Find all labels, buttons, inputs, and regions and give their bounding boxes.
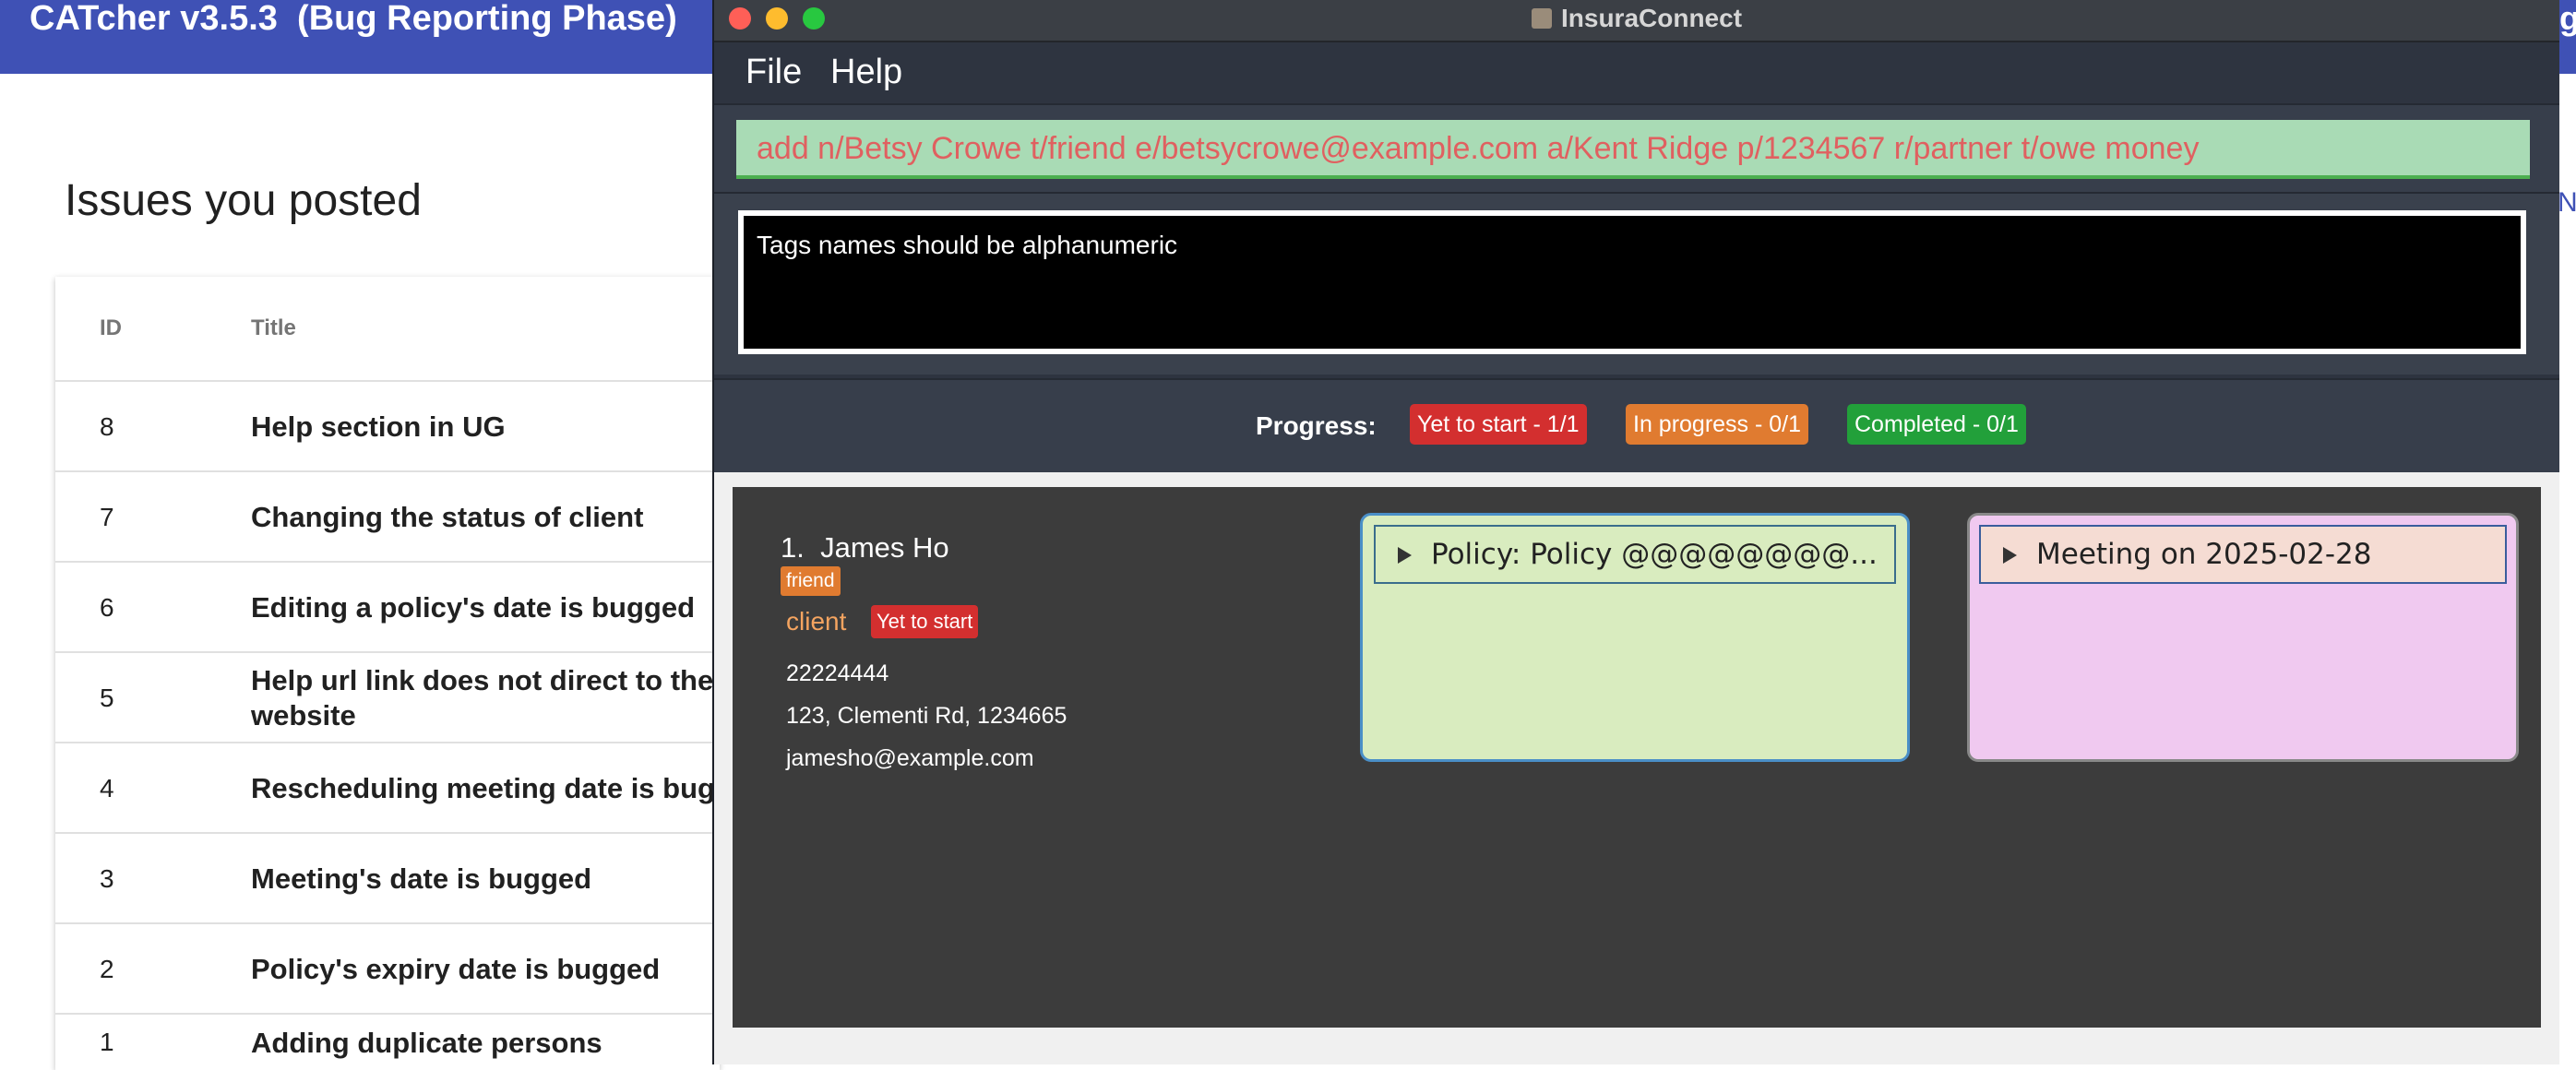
person-role: client	[786, 607, 847, 636]
person-address: 123, Clementi Rd, 1234665	[786, 703, 1067, 729]
issue-title[interactable]: Adding duplicate persons	[251, 1015, 720, 1070]
app-icon	[1531, 8, 1552, 29]
command-input[interactable]: add n/Betsy Crowe t/friend e/betsycrowe@…	[736, 120, 2530, 179]
catcher-header-right-text: g	[2559, 0, 2576, 37]
status-badge: Yet to start	[871, 605, 979, 638]
table-row[interactable]: 4 Rescheduling meeting date is bugg	[55, 742, 720, 834]
command-input-text[interactable]: add n/Betsy Crowe t/friend e/betsycrowe@…	[757, 120, 2199, 177]
issue-id: 6	[100, 593, 114, 622]
result-area: Tags names should be alphanumeric	[714, 194, 2559, 374]
table-row[interactable]: 8 Help section in UG	[55, 380, 720, 472]
issues-table: ID Title 8 Help section in UG 7 Changing…	[55, 277, 720, 1070]
issue-id: 7	[100, 503, 114, 531]
policy-summary-text: Policy: Policy @@@@@@@@...	[1431, 538, 1878, 571]
issue-title[interactable]: Rescheduling meeting date is bugg	[251, 743, 720, 834]
table-row[interactable]: 7 Changing the status of client	[55, 470, 720, 563]
issue-id: 3	[100, 864, 114, 893]
issue-title[interactable]: Editing a policy's date is bugged	[251, 563, 720, 653]
in-progress-badge: In progress - 0/1	[1626, 404, 1809, 445]
page-title: Issues you posted	[65, 176, 422, 225]
insuraconnect-window: InsuraConnect File Help add n/Betsy Crow…	[712, 0, 2559, 1064]
menu-bar: File Help	[714, 42, 2559, 101]
command-area: add n/Betsy Crowe t/friend e/betsycrowe@…	[714, 103, 2559, 194]
table-row[interactable]: 6 Editing a policy's date is bugged	[55, 561, 720, 653]
result-message: Tags names should be alphanumeric	[757, 231, 1178, 259]
expand-triangle-icon[interactable]	[1398, 547, 1412, 564]
issue-id: 5	[100, 684, 114, 712]
window-title-wrap: InsuraConnect	[714, 0, 2559, 37]
window-title: InsuraConnect	[1560, 4, 1743, 32]
yet-to-start-badge: Yet to start - 1/1	[1410, 404, 1587, 445]
tag-badge: friend	[781, 566, 841, 596]
person-name: 1. James Ho	[781, 531, 949, 564]
policy-expander[interactable]: Policy: Policy @@@@@@@@...	[1374, 525, 1896, 584]
menu-help[interactable]: Help	[830, 42, 902, 101]
person-list-area: 1. James Ho friend client Yet to start 2…	[714, 472, 2559, 1064]
person-card[interactable]: 1. James Ho friend client Yet to start 2…	[733, 487, 2541, 1028]
meeting-expander[interactable]: Meeting on 2025-02-28	[1979, 525, 2507, 584]
issue-title[interactable]: Changing the status of client	[251, 472, 720, 563]
window-titlebar[interactable]: InsuraConnect	[714, 0, 2559, 42]
person-email: jamesho@example.com	[786, 745, 1034, 771]
column-header-id[interactable]: ID	[100, 277, 122, 380]
person-phone: 22224444	[786, 660, 889, 686]
progress-label: Progress:	[1256, 411, 1377, 440]
catcher-header-title: CATcher v3.5.3 (Bug Reporting Phase)	[30, 0, 677, 38]
issue-id: 8	[100, 412, 114, 441]
completed-badge: Completed - 0/1	[1847, 404, 2026, 445]
column-header-title[interactable]: Title	[251, 277, 296, 380]
policy-pane: Policy: Policy @@@@@@@@...	[1360, 513, 1910, 762]
catcher-right-link[interactable]: Ne	[2558, 184, 2576, 221]
issue-title[interactable]: Help section in UG	[251, 382, 720, 472]
issue-id: 1	[100, 1028, 114, 1056]
issue-title[interactable]: Policy's expiry date is bugged	[251, 924, 720, 1015]
menu-file[interactable]: File	[745, 42, 802, 101]
table-row[interactable]: 5 Help url link does not direct to the r…	[55, 651, 720, 743]
table-row[interactable]: 2 Policy's expiry date is bugged	[55, 922, 720, 1015]
expand-triangle-icon[interactable]	[2003, 547, 2017, 564]
issue-title[interactable]: Meeting's date is bugged	[251, 834, 720, 924]
table-row[interactable]: 3 Meeting's date is bugged	[55, 832, 720, 924]
issue-id: 2	[100, 955, 114, 983]
meeting-summary-text: Meeting on 2025-02-28	[2036, 538, 2372, 571]
issue-id: 4	[100, 774, 114, 802]
issue-title[interactable]: Help url link does not direct to the r w…	[251, 653, 720, 743]
progress-bar-area: Progress: Yet to start - 1/1 In progress…	[714, 378, 2559, 472]
result-display[interactable]: Tags names should be alphanumeric	[738, 210, 2526, 354]
table-row[interactable]: 1 Adding duplicate persons	[55, 1013, 720, 1070]
meeting-pane: Meeting on 2025-02-28	[1967, 513, 2519, 762]
